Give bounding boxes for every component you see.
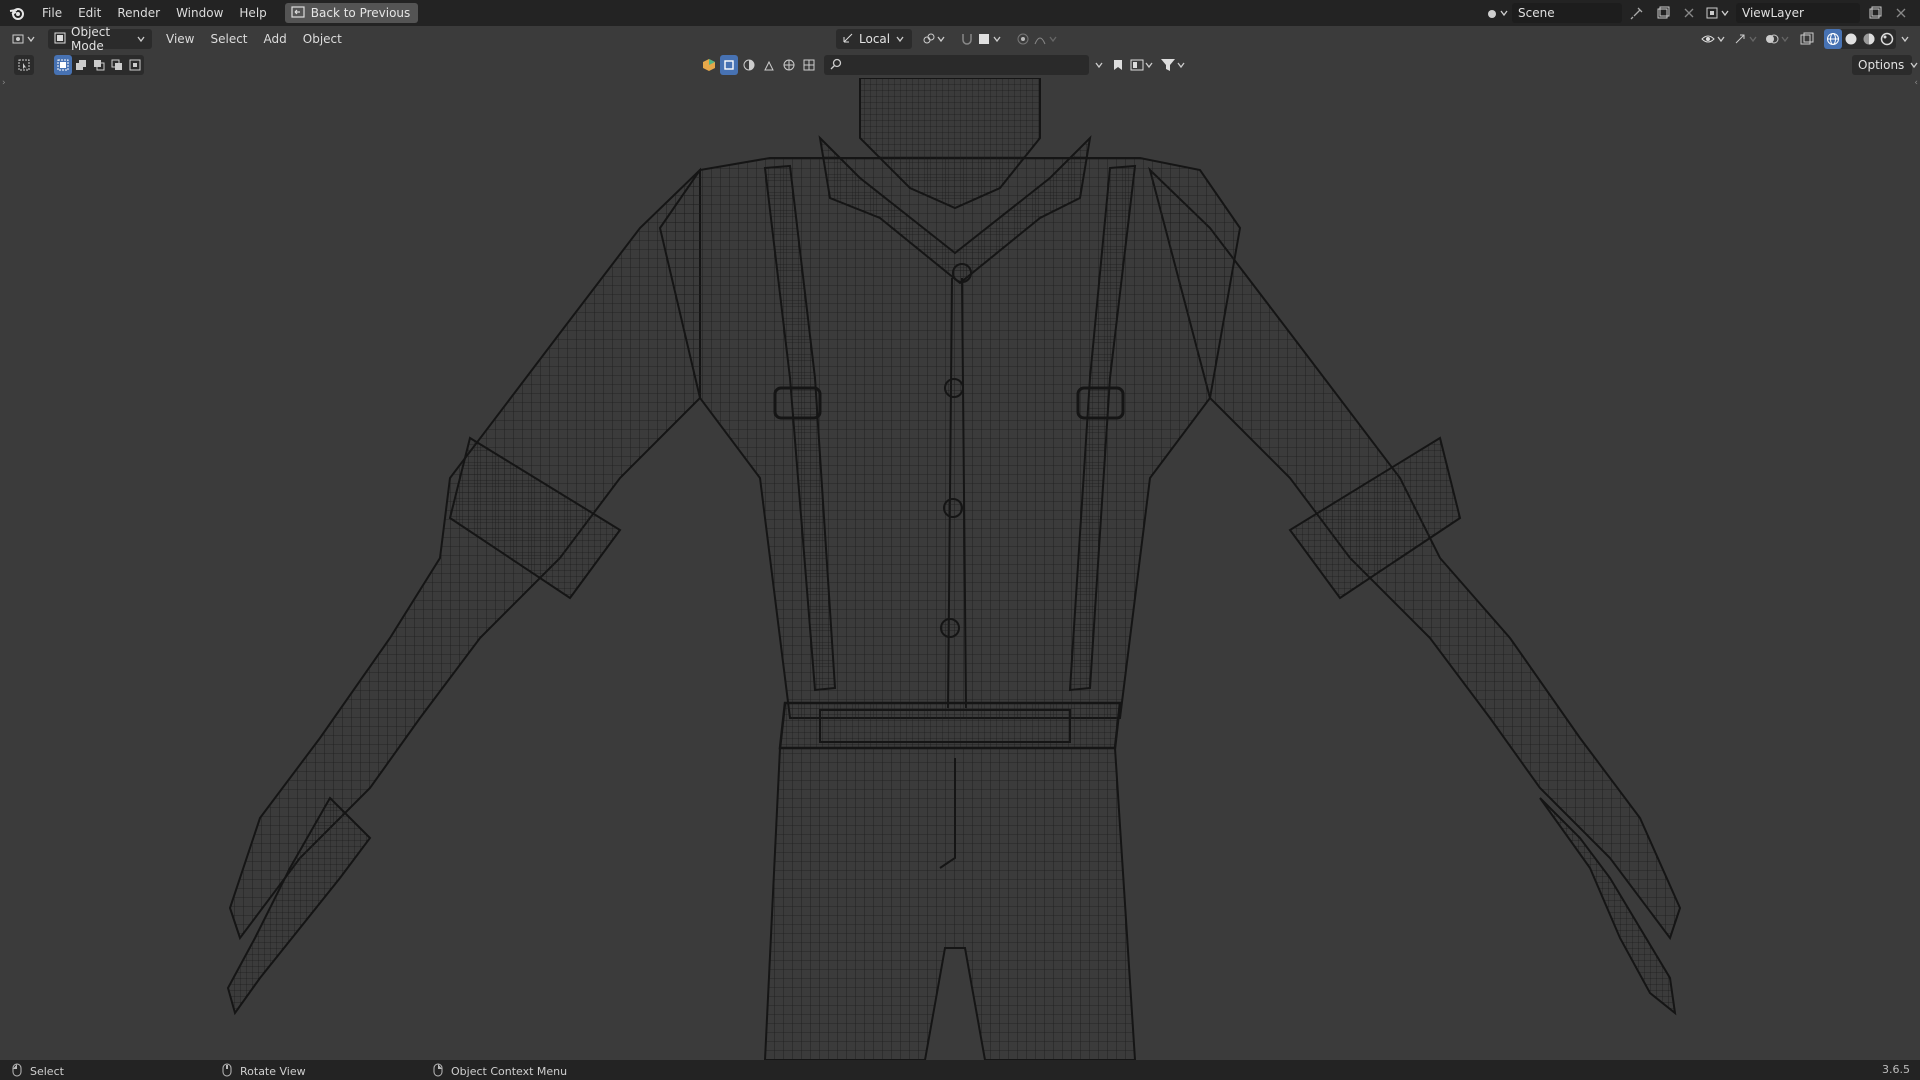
select-intersect-icon[interactable]	[126, 55, 144, 75]
viewport-menu-add[interactable]: Add	[256, 32, 295, 46]
select-new-icon[interactable]	[54, 55, 72, 75]
menu-file[interactable]: File	[34, 0, 70, 26]
top-menu-bar: File Edit Render Window Help Back to Pre…	[0, 0, 1920, 26]
orientation-local-icon	[842, 32, 854, 47]
material-preview-shading-icon[interactable]	[1860, 29, 1878, 49]
shading-options-chevron-icon[interactable]	[1898, 29, 1912, 49]
display-mode-icon[interactable]	[1129, 55, 1157, 75]
blender-logo-icon[interactable]	[0, 0, 34, 26]
back-to-previous-label: Back to Previous	[310, 6, 411, 20]
menu-edit[interactable]: Edit	[70, 0, 109, 26]
chevron-down-icon	[136, 32, 146, 46]
version-label: 3.6.5	[1882, 1063, 1910, 1076]
visibility-selectability-icon[interactable]	[1700, 29, 1730, 49]
bookmark-icon[interactable]	[1109, 55, 1127, 75]
chevron-down-icon	[1909, 58, 1919, 72]
shirt-button-2	[944, 378, 964, 398]
search-icon	[830, 58, 842, 73]
snap-toggle-icon[interactable]	[956, 29, 978, 49]
new-scene-icon[interactable]	[1652, 3, 1674, 23]
menu-window[interactable]: Window	[168, 0, 231, 26]
pin-icon[interactable]	[1626, 3, 1648, 23]
back-to-previous-button[interactable]: Back to Previous	[284, 3, 419, 23]
status-select-label: Select	[30, 1065, 64, 1078]
search-input[interactable]	[846, 58, 1076, 72]
viewport-overlay-shading-controls	[1700, 29, 1912, 49]
gizmo-toggle-icon[interactable]	[1732, 29, 1762, 49]
editor-type-icon[interactable]	[8, 29, 42, 49]
screen-back-icon	[291, 5, 305, 21]
shirt-button-4	[940, 618, 960, 638]
search-field[interactable]	[824, 55, 1089, 75]
xray-toggle-icon[interactable]	[1796, 29, 1818, 49]
pivot-point-icon[interactable]	[920, 29, 950, 49]
view-layer-name-label: ViewLayer	[1742, 6, 1804, 20]
filter-texture-icon[interactable]	[800, 55, 818, 75]
transform-orientation-label: Local	[859, 32, 891, 46]
outliner-filter-bar	[700, 55, 1189, 75]
mouse-right-icon	[433, 1063, 443, 1080]
viewport-menu-select[interactable]: Select	[202, 32, 255, 46]
overlays-toggle-icon[interactable]	[1764, 29, 1794, 49]
select-subtract-icon[interactable]	[90, 55, 108, 75]
view-layer-browse-icon[interactable]	[1704, 3, 1732, 23]
chevron-down-icon	[895, 32, 905, 46]
object-mode-dropdown[interactable]: Object Mode	[48, 25, 152, 53]
options-label: Options	[1858, 58, 1905, 72]
status-select: Select	[12, 1063, 64, 1080]
status-rotate: Rotate View	[222, 1063, 306, 1080]
object-mode-label: Object Mode	[71, 25, 111, 53]
selection-mode-group	[54, 55, 144, 75]
object-data-icon[interactable]	[700, 55, 718, 75]
new-view-layer-icon[interactable]	[1864, 3, 1886, 23]
status-context-menu: Object Context Menu	[433, 1063, 567, 1080]
scene-layer-selectors: Scene ViewLayer	[1486, 3, 1912, 23]
shirt-button-1	[952, 263, 972, 283]
scene-name-field[interactable]: Scene	[1512, 3, 1622, 23]
left-arm-mesh	[228, 167, 701, 941]
wireframe-shading-icon[interactable]	[1824, 29, 1842, 49]
status-context-label: Object Context Menu	[451, 1065, 568, 1078]
solid-shading-icon[interactable]	[1842, 29, 1860, 49]
delete-scene-icon[interactable]	[1678, 3, 1700, 23]
proportional-editing-icon[interactable]	[1012, 29, 1034, 49]
3d-viewport[interactable]: › ‹	[0, 78, 1920, 1060]
proportional-falloff-icon[interactable]	[1032, 29, 1062, 49]
filter-mesh-icon[interactable]	[720, 55, 738, 75]
search-options-chevron-icon[interactable]	[1091, 55, 1107, 75]
shading-mode-group	[1824, 29, 1896, 49]
filter-funnel-icon[interactable]	[1159, 55, 1189, 75]
filter-material-icon[interactable]	[740, 55, 758, 75]
transform-orientation-dropdown[interactable]: Local	[836, 29, 912, 49]
options-dropdown[interactable]: Options	[1852, 55, 1918, 75]
object-mode-icon	[54, 32, 66, 47]
scene-browse-icon[interactable]	[1486, 3, 1508, 23]
viewport-menu-view[interactable]: View	[158, 32, 202, 46]
select-invert-icon[interactable]	[108, 55, 126, 75]
menu-render[interactable]: Render	[109, 0, 168, 26]
delete-view-layer-icon[interactable]	[1890, 3, 1912, 23]
trousers-mesh	[763, 747, 1137, 1060]
viewport-header: Object Mode View Select Add Object Local	[0, 25, 1920, 53]
status-bar: Select Rotate View Object Context Menu 3…	[0, 1060, 1920, 1080]
wireframe-character-mesh[interactable]	[0, 78, 1920, 1060]
right-panel-expand-icon[interactable]: ‹	[1914, 78, 1918, 88]
select-extend-icon[interactable]	[72, 55, 90, 75]
scene-name-label: Scene	[1518, 6, 1555, 20]
status-rotate-label: Rotate View	[240, 1065, 306, 1078]
filter-light-icon[interactable]	[760, 55, 778, 75]
menu-help[interactable]: Help	[231, 0, 274, 26]
shirt-button-3	[943, 498, 963, 518]
select-tool-icon[interactable]	[14, 55, 34, 75]
view-layer-name-field[interactable]: ViewLayer	[1736, 3, 1860, 23]
tool-header: Options	[0, 52, 1920, 78]
left-panel-expand-icon[interactable]: ›	[2, 78, 6, 88]
snap-target-icon[interactable]	[976, 29, 1006, 49]
viewport-menu-object[interactable]: Object	[295, 32, 350, 46]
mouse-left-icon	[12, 1063, 22, 1080]
mouse-middle-icon	[222, 1063, 232, 1080]
filter-world-icon[interactable]	[780, 55, 798, 75]
rendered-shading-icon[interactable]	[1878, 29, 1896, 49]
